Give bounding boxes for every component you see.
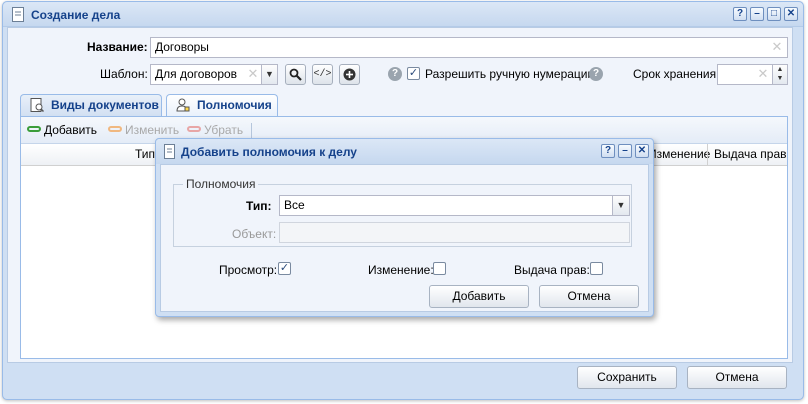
column-grant[interactable]: Выдача прав xyxy=(707,144,787,166)
clear-icon[interactable]: ✕ xyxy=(757,67,769,80)
name-input[interactable]: Договоры ✕ xyxy=(150,37,788,58)
retention-label: Срок хранения: xyxy=(633,67,720,81)
link-remove-icon xyxy=(187,126,201,132)
chevron-down-icon[interactable]: ▼ xyxy=(773,74,787,83)
plus-circle-icon xyxy=(343,68,356,81)
minimize-button[interactable]: – xyxy=(618,144,632,158)
name-value: Договоры xyxy=(155,40,209,54)
help-icon[interactable]: ? xyxy=(388,67,402,81)
retention-spinner[interactable]: ▲ ▼ xyxy=(772,64,788,85)
grant-label: Выдача прав: xyxy=(514,263,590,277)
add-button[interactable] xyxy=(339,64,360,85)
document-icon xyxy=(12,7,24,22)
toolbar-remove-button[interactable]: Убрать xyxy=(187,123,243,137)
object-input[interactable] xyxy=(279,222,630,243)
document-types-icon xyxy=(30,98,44,112)
maximize-button[interactable]: □ xyxy=(767,7,781,21)
help-icon[interactable]: ? xyxy=(589,67,603,81)
chevron-down-icon[interactable]: ▼ xyxy=(261,64,278,85)
toolbar-add-label: Добавить xyxy=(44,123,98,137)
type-value: Все xyxy=(284,198,305,212)
manual-numbering-checkbox[interactable]: ✓ xyxy=(407,67,420,80)
change-checkbox[interactable] xyxy=(433,262,446,275)
toolbar-divider xyxy=(251,123,252,138)
code-button[interactable]: </> xyxy=(312,64,333,85)
clear-icon[interactable]: ✕ xyxy=(771,40,783,53)
clear-icon[interactable]: ✕ xyxy=(247,67,259,80)
tab-label: Полномочия xyxy=(197,98,272,112)
column-type[interactable]: Тип xyxy=(21,144,161,166)
chevron-up-icon[interactable]: ▲ xyxy=(773,65,787,74)
help-button[interactable]: ? xyxy=(733,7,747,21)
cancel-button[interactable]: Отмена xyxy=(687,366,787,389)
retention-input[interactable]: ✕ xyxy=(717,64,773,85)
object-label: Объект: xyxy=(232,227,277,241)
toolbar-remove-label: Убрать xyxy=(204,123,244,137)
dialog-header[interactable]: Добавить полномочия к делу ? – ✕ xyxy=(156,139,653,164)
template-value: Для договоров xyxy=(155,67,238,81)
view-label: Просмотр: xyxy=(219,263,278,277)
dialog-add-button[interactable]: Добавить xyxy=(429,285,529,308)
permissions-fieldset: Полномочия Тип: Все ▼ Объект: xyxy=(173,177,632,247)
fieldset-legend: Полномочия xyxy=(183,177,259,191)
name-label: Название: xyxy=(87,40,148,54)
link-edit-icon xyxy=(108,126,122,132)
dialog-title: Добавить полномочия к делу xyxy=(181,145,357,159)
view-checkbox[interactable]: ✓ xyxy=(278,262,291,275)
toolbar-add-button[interactable]: Добавить xyxy=(27,123,97,137)
tab-permissions[interactable]: Полномочия xyxy=(166,94,278,117)
permissions-icon xyxy=(176,98,190,112)
help-button[interactable]: ? xyxy=(601,144,615,158)
template-label: Шаблон: xyxy=(100,67,148,81)
search-icon xyxy=(289,68,302,81)
minimize-button[interactable]: – xyxy=(750,7,764,21)
toolbar-edit-button[interactable]: Изменить xyxy=(108,123,179,137)
manual-numbering-label: Разрешить ручную нумерацию xyxy=(425,67,597,81)
type-combo[interactable]: Все xyxy=(279,195,615,216)
grant-checkbox[interactable] xyxy=(590,262,603,275)
add-permissions-dialog: Добавить полномочия к делу ? – ✕ Полномо… xyxy=(155,138,654,317)
document-icon xyxy=(164,144,175,159)
type-label: Тип: xyxy=(246,199,272,213)
tab-document-types[interactable]: Виды документов xyxy=(20,94,162,116)
tab-label: Виды документов xyxy=(51,98,159,112)
close-button[interactable]: ✕ xyxy=(784,7,798,21)
search-button[interactable] xyxy=(285,64,306,85)
change-label: Изменение: xyxy=(368,263,434,277)
save-button[interactable]: Сохранить xyxy=(577,366,677,389)
dialog-cancel-button[interactable]: Отмена xyxy=(539,285,639,308)
template-combo[interactable]: Для договоров ✕ xyxy=(150,64,262,85)
link-icon xyxy=(27,126,41,132)
chevron-down-icon[interactable]: ▼ xyxy=(612,195,630,216)
toolbar-edit-label: Изменить xyxy=(125,123,180,137)
window-title: Создание дела xyxy=(31,8,121,22)
window-header[interactable]: Создание дела ? – □ ✕ xyxy=(3,2,803,27)
close-button[interactable]: ✕ xyxy=(635,144,649,158)
dialog-body: Полномочия Тип: Все ▼ Объект: Просмотр: … xyxy=(160,164,649,312)
